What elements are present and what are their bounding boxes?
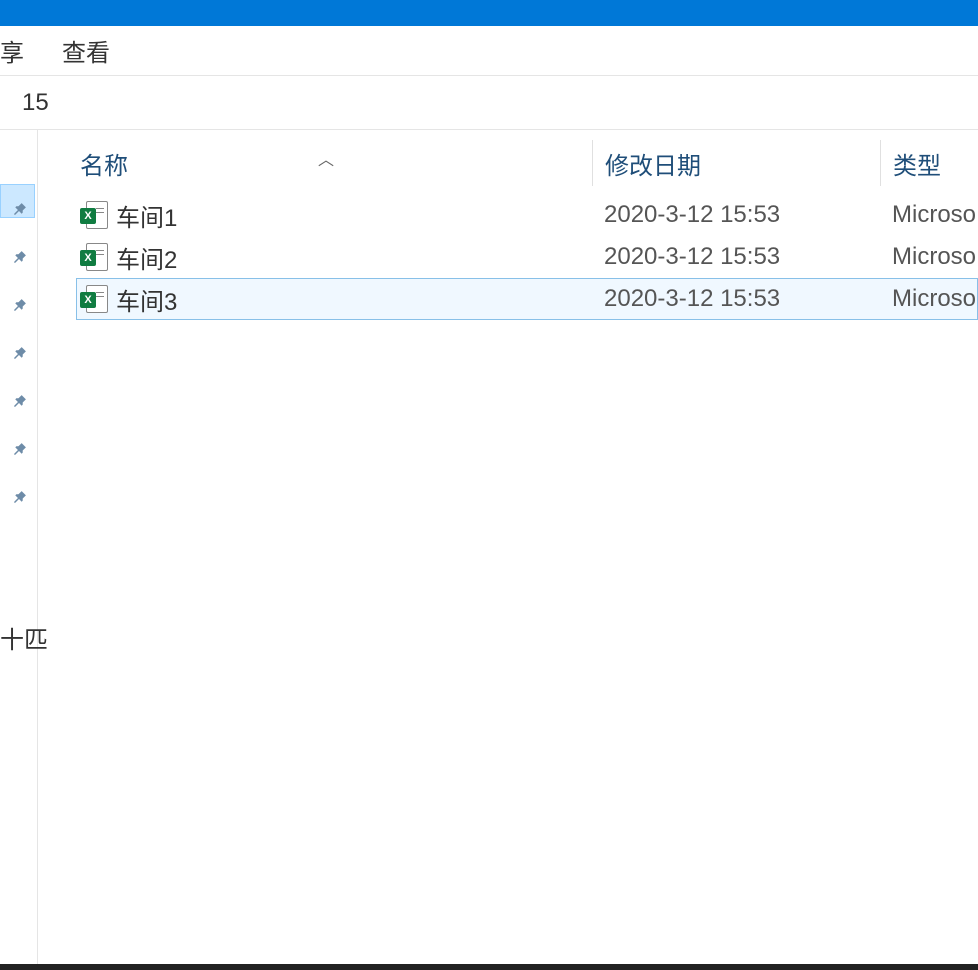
pin-icon[interactable]	[6, 437, 31, 462]
file-list-pane: 名称 ︿ 修改日期 类型 车间1 2020-3-12 15:53 Microso	[38, 130, 978, 970]
file-row[interactable]: 车间2 2020-3-12 15:53 Microso	[80, 236, 978, 278]
file-row[interactable]: 车间1 2020-3-12 15:53 Microso	[80, 194, 978, 236]
excel-file-icon	[80, 201, 108, 229]
pin-icon[interactable]	[6, 389, 31, 414]
column-header-type-label: 类型	[893, 146, 941, 181]
excel-file-icon	[80, 285, 108, 313]
file-name: 车间2	[116, 240, 177, 275]
pin-icon[interactable]	[6, 485, 31, 510]
ribbon-tabs: 享 查看	[0, 26, 978, 76]
excel-file-icon	[80, 243, 108, 271]
file-row[interactable]: 车间3 2020-3-12 15:53 Microso	[76, 278, 978, 320]
file-name-cell: 车间3	[80, 282, 592, 317]
ribbon-tab-view[interactable]: 查看	[36, 26, 136, 75]
file-name: 车间3	[116, 282, 177, 317]
file-name-cell: 车间2	[80, 240, 592, 275]
ribbon-tab-share[interactable]: 享	[0, 26, 36, 75]
file-name: 车间1	[116, 198, 177, 233]
navigation-sidebar	[0, 130, 38, 970]
pin-icon[interactable]	[6, 341, 31, 366]
file-type: Microso	[880, 243, 978, 271]
column-header-date-label: 修改日期	[605, 146, 701, 181]
address-path: 15	[22, 89, 49, 117]
column-header-name[interactable]: 名称 ︿	[80, 146, 592, 181]
address-bar[interactable]: 15	[0, 76, 978, 130]
file-list: 车间1 2020-3-12 15:53 Microso 车间2 2020-3-1…	[80, 194, 978, 320]
window-bottom-edge	[0, 964, 978, 970]
pin-icon[interactable]	[6, 293, 31, 318]
file-type: Microso	[880, 201, 978, 229]
file-date: 2020-3-12 15:53	[592, 243, 880, 271]
column-header-date[interactable]: 修改日期	[592, 140, 880, 186]
file-name-cell: 车间1	[80, 198, 592, 233]
column-header-name-label: 名称	[80, 146, 128, 181]
column-header-type[interactable]: 类型	[880, 140, 978, 186]
file-type: Microso	[880, 285, 977, 313]
file-date: 2020-3-12 15:53	[592, 285, 880, 313]
main-area: 十匹 名称 ︿ 修改日期 类型 车间1 2020-3-12 15:53 Micr…	[0, 130, 978, 970]
pin-icon[interactable]	[6, 245, 31, 270]
sort-ascending-icon: ︿	[318, 146, 334, 170]
column-headers: 名称 ︿ 修改日期 类型	[80, 138, 978, 188]
file-date: 2020-3-12 15:53	[592, 201, 880, 229]
window-title-bar	[0, 0, 978, 26]
